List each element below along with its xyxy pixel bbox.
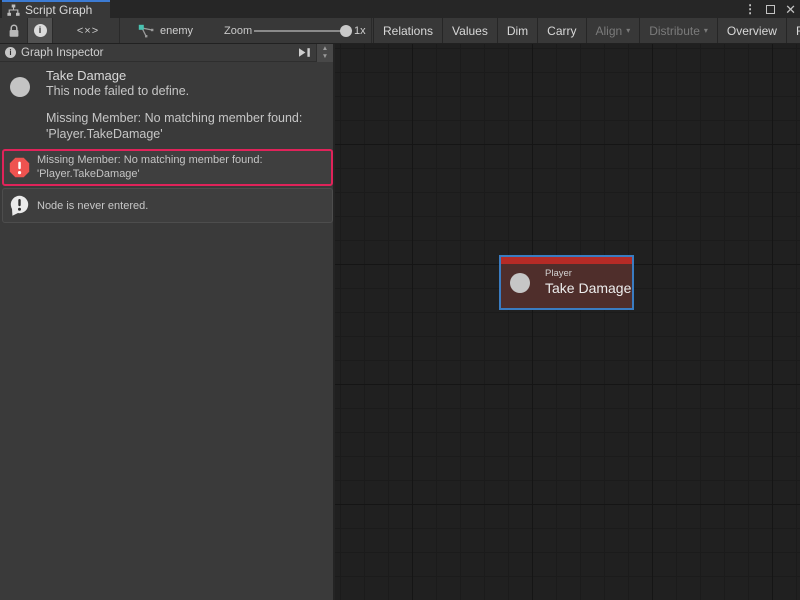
lock-icon <box>7 23 21 39</box>
graph-canvas[interactable]: Player Take Damage <box>335 44 800 600</box>
dropdown-arrow-icon: ▾ <box>626 27 630 35</box>
take-damage-node[interactable]: Player Take Damage <box>499 255 634 310</box>
graph-asset-icon <box>138 24 155 38</box>
error-message-text: Missing Member: No matching member found… <box>37 154 263 181</box>
warning-message-box[interactable]: Node is never entered. <box>2 188 333 223</box>
node-title: Take Damage <box>545 280 631 296</box>
relations-button[interactable]: Relations <box>373 18 442 43</box>
node-icon-circle <box>510 273 530 293</box>
tab-label: Script Graph <box>25 3 92 17</box>
inspector-node-title: Take Damage <box>46 68 126 83</box>
error-message-box[interactable]: Missing Member: No matching member found… <box>2 149 333 186</box>
dim-button[interactable]: Dim <box>497 18 537 43</box>
inspector-toggle-button[interactable]: i <box>27 18 53 43</box>
graph-inspector-header: i Graph Inspector ▲ ▼ <box>0 44 333 62</box>
tab-bar: Script Graph ⋮ ✕ <box>0 0 800 18</box>
info-icon: i <box>5 47 16 58</box>
warning-message-text: Node is never entered. <box>37 200 148 212</box>
close-icon[interactable]: ✕ <box>785 3 796 16</box>
zoom-slider[interactable] <box>254 18 346 43</box>
window-controls: ⋮ ✕ <box>744 0 796 18</box>
inspector-node-subtitle: This node failed to define. <box>46 84 189 98</box>
toolbar-separator <box>119 18 120 43</box>
node-category: Player <box>545 268 572 279</box>
window-menu-icon[interactable]: ⋮ <box>744 3 756 15</box>
warning-bubble-icon <box>9 195 30 217</box>
node-header-strip <box>501 257 632 264</box>
panel-scroll-spinner[interactable]: ▲ ▼ <box>316 44 333 62</box>
tab-script-graph[interactable]: Script Graph <box>2 0 110 18</box>
graph-inspector-title: Graph Inspector <box>21 47 295 59</box>
code-view-button[interactable]: <×> <box>62 18 114 43</box>
toolbar-separator <box>371 18 372 43</box>
overview-button[interactable]: Overview <box>717 18 786 43</box>
breadcrumb[interactable]: enemy <box>138 18 193 43</box>
graph-inspector-panel: i Graph Inspector ▲ ▼ Take Damage This n… <box>0 44 335 600</box>
zoom-slider-handle[interactable] <box>340 25 352 37</box>
node-preview-circle <box>10 77 30 97</box>
dock-panel-button[interactable] <box>295 45 313 61</box>
zoom-slider-track <box>254 30 346 32</box>
maximize-icon[interactable] <box>766 5 775 14</box>
inspector-node-error-detail: Missing Member: No matching member found… <box>46 111 302 142</box>
dropdown-arrow-icon: ▾ <box>704 27 708 35</box>
lock-button[interactable] <box>3 18 25 43</box>
scroll-down-icon[interactable]: ▼ <box>322 53 328 61</box>
values-button[interactable]: Values <box>442 18 497 43</box>
zoom-value: 1x <box>354 18 366 43</box>
toolbar: i <×> enemy Zoom 1x Relations Values Dim <box>0 18 800 44</box>
breadcrumb-label: enemy <box>160 25 193 37</box>
carry-button[interactable]: Carry <box>537 18 585 43</box>
script-graph-icon <box>7 4 20 16</box>
zoom-label: Zoom <box>224 18 252 43</box>
full-screen-button[interactable]: Full Screen <box>786 18 800 43</box>
error-octagon-icon <box>9 157 30 178</box>
distribute-button: Distribute ▾ <box>639 18 717 43</box>
code-icon: <×> <box>77 25 99 37</box>
node-body: Player Take Damage <box>501 264 632 308</box>
scroll-up-icon[interactable]: ▲ <box>322 45 328 53</box>
info-icon: i <box>34 24 47 37</box>
toolbar-buttons: Relations Values Dim Carry Align ▾ Distr… <box>373 18 800 43</box>
dock-icon <box>297 47 312 58</box>
align-button: Align ▾ <box>586 18 640 43</box>
